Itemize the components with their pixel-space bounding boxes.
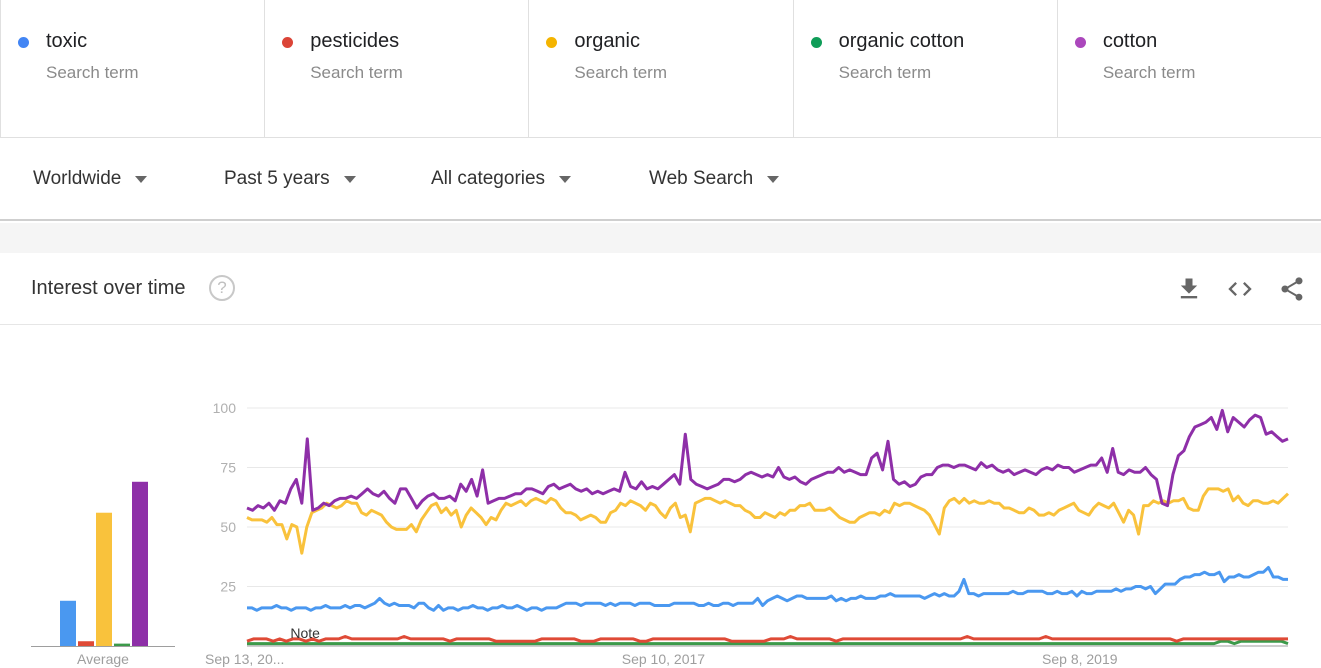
search-type-dropdown[interactable]: Web Search [649, 168, 780, 190]
search-term-name: pesticides [310, 30, 400, 52]
series-line-pesticides[interactable] [246, 635, 1288, 643]
y-tick-label: 75 [220, 460, 236, 476]
search-term-subtitle: Search term [574, 63, 667, 82]
x-tick-label: Sep 10, 2017 [622, 651, 706, 667]
caret-down-icon [767, 175, 780, 183]
search-type-label: Web Search [649, 168, 754, 189]
card-title: Interest over time [31, 277, 186, 299]
average-bar-organic[interactable] [96, 512, 112, 646]
caret-down-icon [135, 175, 148, 183]
embed-icon[interactable] [1226, 275, 1254, 303]
note-annotation[interactable]: Note [290, 625, 320, 641]
x-tick-label: Sep 8, 2019 [1042, 651, 1118, 667]
series-color-dot [810, 37, 822, 48]
search-term-name: cotton [1102, 30, 1158, 52]
caret-down-icon [559, 175, 572, 183]
search-term-name: organic [574, 30, 641, 52]
interest-over-time-chart: Average 25 50 75 100 Sep 13, 20... Sep 10, 2… [31, 400, 1290, 667]
search-term-subtitle: Search term [1102, 63, 1196, 82]
average-bar-toxic[interactable] [60, 600, 76, 646]
caret-down-icon [343, 175, 356, 183]
series-line-organic[interactable] [246, 487, 1290, 555]
series-line-toxic[interactable] [247, 566, 1288, 612]
region-label: Worldwide [33, 168, 122, 189]
category-label: All categories [431, 168, 546, 189]
download-icon[interactable] [1175, 275, 1203, 303]
average-bar-organic-cotton[interactable] [114, 643, 130, 646]
search-term-card[interactable]: pesticides Search term [264, 0, 528, 137]
search-term-name: organic cotton [838, 30, 965, 52]
gridlines [247, 407, 1288, 647]
search-term-subtitle: Search term [838, 63, 932, 82]
search-term-card[interactable]: organic Search term [528, 0, 792, 137]
help-icon[interactable]: ? [209, 275, 235, 301]
share-icon[interactable] [1278, 275, 1306, 303]
search-term-card[interactable]: toxic Search term [0, 0, 264, 137]
x-axis-ticks: Sep 13, 20... Sep 10, 2017 Sep 8, 2019 [205, 651, 1118, 667]
filters-bar: Worldwide Past 5 years All categories We… [0, 139, 1321, 221]
y-tick-label: 50 [220, 519, 236, 535]
average-bar-pesticides[interactable] [78, 641, 94, 646]
time-range-dropdown[interactable]: Past 5 years [224, 168, 356, 190]
search-term-card[interactable]: cotton Search term [1056, 0, 1321, 137]
series-line-cotton[interactable] [246, 408, 1289, 512]
category-dropdown[interactable]: All categories [431, 168, 572, 190]
series-color-dot [1074, 37, 1086, 48]
series-color-dot [546, 37, 558, 48]
series-color-dot [18, 37, 29, 48]
y-axis-ticks: 25 50 75 100 [213, 400, 237, 595]
y-tick-label: 100 [213, 400, 237, 416]
search-term-subtitle: Search term [310, 63, 403, 82]
search-term-subtitle: Search term [46, 63, 139, 82]
card-header: Interest over time ? [0, 253, 1321, 325]
average-bar-chart [31, 481, 175, 647]
average-label: Average [77, 651, 129, 667]
y-tick-label: 25 [220, 579, 236, 595]
x-tick-label: Sep 13, 20... [205, 651, 284, 667]
search-term-name: toxic [46, 30, 88, 52]
average-bar-cotton[interactable] [132, 481, 148, 646]
series-color-dot [282, 37, 294, 48]
search-terms-bar: toxic Search term pesticides Search term… [0, 0, 1321, 138]
time-range-label: Past 5 years [224, 168, 330, 189]
section-gap [0, 223, 1321, 253]
region-dropdown[interactable]: Worldwide [33, 168, 148, 190]
search-term-card[interactable]: organic cotton Search term [792, 0, 1057, 137]
